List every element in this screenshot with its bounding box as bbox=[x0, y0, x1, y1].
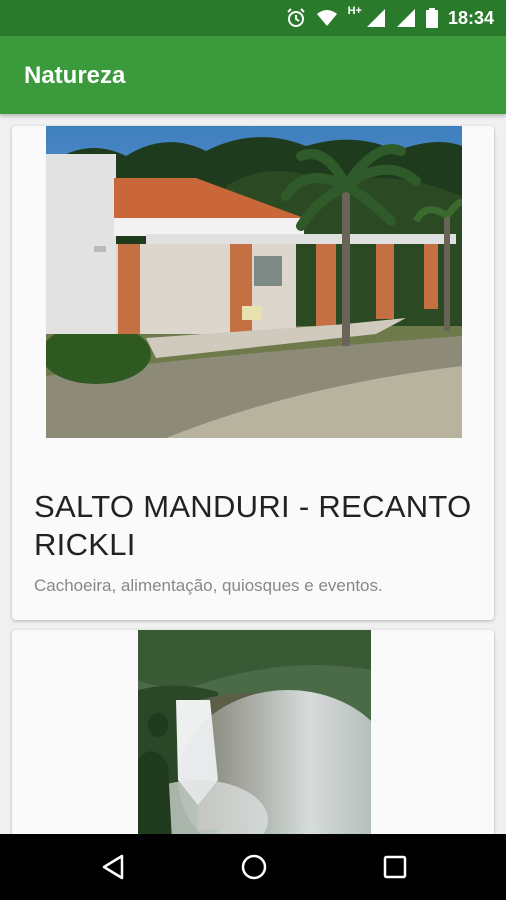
recents-icon[interactable] bbox=[382, 853, 408, 881]
status-icons: H+ 18:34 bbox=[286, 0, 494, 36]
app-bar: Natureza bbox=[0, 36, 506, 114]
waterfall-photo bbox=[138, 630, 371, 834]
network-type: H+ bbox=[347, 5, 362, 17]
page-title: Natureza bbox=[24, 62, 126, 89]
battery-icon bbox=[425, 8, 438, 28]
signal-icon bbox=[396, 9, 415, 27]
content-list[interactable]: SALTO MANDURI - RECANTO RICKLI Cachoeira… bbox=[0, 114, 506, 834]
building-with-palm-tree-photo bbox=[46, 126, 462, 438]
card-description: Cachoeira, alimentação, quiosques e even… bbox=[34, 576, 383, 595]
alarm-icon bbox=[286, 8, 305, 27]
status-time: 18:34 bbox=[447, 7, 494, 28]
list-item[interactable] bbox=[12, 630, 494, 834]
card-title: SALTO MANDURI - RECANTO RICKLI bbox=[34, 489, 472, 562]
navigation-bar bbox=[0, 834, 506, 900]
status-bar: H+ 18:34 bbox=[0, 0, 506, 36]
back-icon[interactable] bbox=[100, 853, 126, 881]
home-icon[interactable] bbox=[240, 853, 268, 881]
wifi-icon bbox=[316, 10, 337, 26]
signal-icon bbox=[366, 9, 385, 27]
list-item[interactable]: SALTO MANDURI - RECANTO RICKLI Cachoeira… bbox=[12, 126, 494, 620]
